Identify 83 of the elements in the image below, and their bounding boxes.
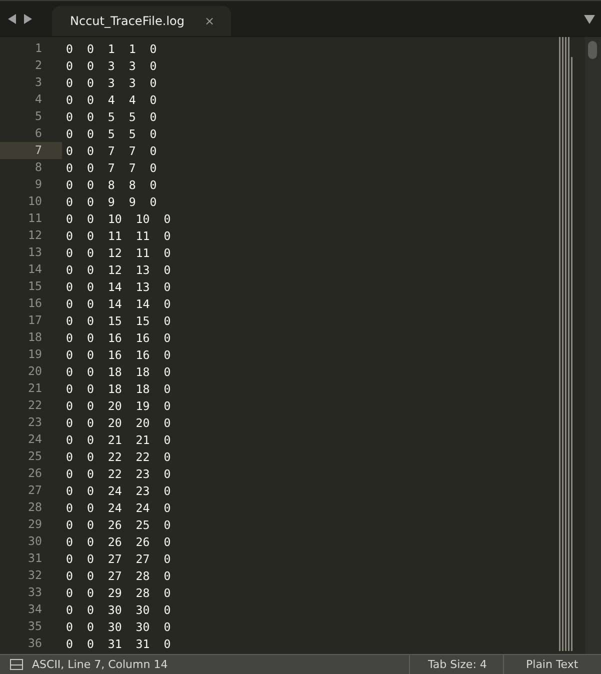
code-line: 0 0 22 22 0	[65, 450, 171, 464]
line-number: 32	[27, 567, 43, 584]
panel-icon[interactable]	[10, 659, 23, 670]
close-icon[interactable]: ×	[204, 14, 215, 28]
code-line: 0 0 15 15 0	[65, 314, 171, 328]
line-number: 35	[27, 618, 43, 635]
line-number: 4	[34, 91, 43, 108]
line-number: 27	[27, 482, 43, 499]
line-number: 36	[27, 635, 43, 652]
line-number: 23	[27, 414, 43, 431]
code-line: 0 0 18 18 0	[65, 382, 171, 396]
line-number: 12	[27, 227, 43, 244]
code-line: 0 0 5 5 0	[65, 126, 157, 140]
code-line: 0 0 3 3 0	[65, 58, 157, 72]
file-tab[interactable]: Nccut_TraceFile.log ×	[52, 6, 231, 36]
line-number: 25	[27, 448, 43, 465]
forward-arrow-icon[interactable]	[23, 14, 32, 24]
code-line: 0 0 20 19 0	[65, 398, 171, 412]
code-line: 0 0 12 13 0	[65, 262, 171, 276]
line-number: 10	[27, 193, 43, 210]
line-number: 14	[27, 261, 43, 278]
line-number: 31	[27, 550, 43, 567]
line-number: 24	[27, 431, 43, 448]
line-number: 7	[0, 142, 62, 159]
code-line: 0 0 1 1 0	[65, 42, 157, 56]
code-line: 0 0 7 7 0	[65, 144, 157, 158]
code-line: 0 0 11 11 0	[65, 228, 171, 242]
code-line: 0 0 7 7 0	[65, 160, 157, 174]
code-line: 0 0 29 28 0	[65, 586, 171, 600]
scrollbar-thumb[interactable]	[588, 41, 597, 59]
line-number: 19	[27, 346, 43, 363]
line-number: 17	[27, 312, 43, 329]
code-line: 0 0 31 31 0	[65, 636, 171, 650]
line-number: 9	[34, 176, 43, 193]
code-line: 0 0 21 21 0	[65, 432, 171, 446]
cursor-position: ASCII, Line 7, Column 14	[32, 658, 169, 671]
line-number: 21	[27, 380, 43, 397]
line-number: 2	[34, 57, 43, 74]
code-line: 0 0 8 8 0	[65, 178, 157, 192]
line-number: 1	[34, 40, 43, 57]
code-line: 0 0 18 18 0	[65, 364, 171, 378]
code-line: 0 0 14 13 0	[65, 280, 171, 294]
syntax-selector[interactable]: Plain Text	[503, 655, 601, 674]
line-number: 11	[27, 210, 43, 227]
code-line: 0 0 16 16 0	[65, 348, 171, 362]
line-number: 34	[27, 601, 43, 618]
line-number: 8	[34, 159, 43, 176]
code-line: 0 0 30 30 0	[65, 620, 171, 634]
code-line: 0 0 26 26 0	[65, 534, 171, 548]
code-line: 0 0 5 5 0	[65, 110, 157, 124]
code-line: 0 0 27 28 0	[65, 568, 171, 582]
code-line: 0 0 3 3 0	[65, 76, 157, 90]
line-number: 26	[27, 465, 43, 482]
code-line: 0 0 14 14 0	[65, 296, 171, 310]
code-line: 0 0 9 9 0	[65, 194, 157, 208]
line-number: 29	[27, 516, 43, 533]
line-number: 3	[34, 74, 43, 91]
line-number: 18	[27, 329, 43, 346]
dropdown-icon[interactable]	[584, 15, 595, 24]
code-line: 0 0 20 20 0	[65, 416, 171, 430]
code-line: 0 0 24 24 0	[65, 500, 171, 514]
line-number: 6	[34, 125, 43, 142]
minimap-drawing[interactable]	[559, 37, 574, 651]
line-number: 30	[27, 533, 43, 550]
line-number: 33	[27, 584, 43, 601]
code-line: 0 0 30 30 0	[65, 602, 171, 616]
line-number: 5	[34, 108, 43, 125]
code-line: 0 0 24 23 0	[65, 484, 171, 498]
back-arrow-icon[interactable]	[8, 14, 17, 24]
code-line: 0 0 4 4 0	[65, 92, 157, 106]
code-line: 0 0 26 25 0	[65, 518, 171, 532]
tab-size-selector[interactable]: Tab Size: 4	[409, 655, 503, 674]
code-line: 0 0 27 27 0	[65, 552, 171, 566]
line-number: 15	[27, 278, 43, 295]
line-number: 28	[27, 499, 43, 516]
code-line: 0 0 22 23 0	[65, 466, 171, 480]
code-line: 0 0 10 10 0	[65, 212, 171, 226]
line-number: 22	[27, 397, 43, 414]
code-line: 0 0 16 16 0	[65, 330, 171, 344]
line-number: 16	[27, 295, 43, 312]
line-number: 13	[27, 244, 43, 261]
code-line: 0 0 12 11 0	[65, 246, 171, 260]
line-number: 20	[27, 363, 43, 380]
